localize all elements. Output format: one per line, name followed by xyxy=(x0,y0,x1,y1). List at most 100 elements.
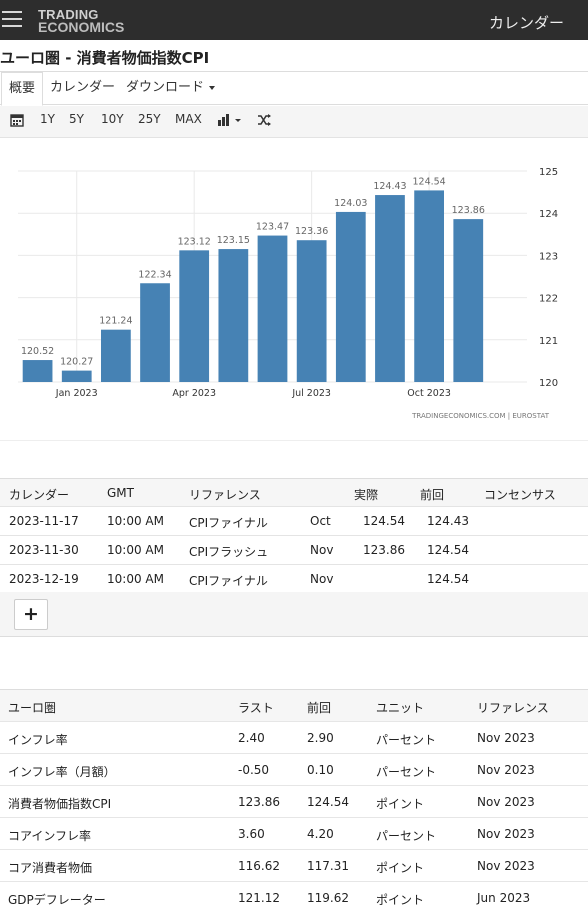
cell-last: 121.12 xyxy=(238,891,280,905)
chart-type-button[interactable] xyxy=(217,113,245,130)
bar xyxy=(414,190,444,382)
cell-date: 2023-11-30 xyxy=(9,543,79,557)
bar xyxy=(375,195,405,382)
bar xyxy=(257,235,288,382)
bar xyxy=(179,250,210,382)
top-bar: TRADING ECONOMICS カレンダー xyxy=(0,0,588,40)
cell-indicator[interactable]: コアインフレ率 xyxy=(8,827,91,844)
bar xyxy=(335,211,366,382)
cell-unit: パーセント xyxy=(376,829,437,843)
cell-indicator[interactable]: 消費者物価指数CPI xyxy=(8,795,111,812)
range-10y-button[interactable]: 10Y xyxy=(101,112,124,126)
table-row[interactable]: コア消費者物価 116.62 117.31 ポイント Nov 2023 xyxy=(0,850,588,882)
y-tick-label: 121 xyxy=(539,336,558,347)
tab-calendar[interactable]: カレンダー xyxy=(50,72,115,105)
tab-overview-label: 概要 xyxy=(9,81,36,96)
cell-previous: 124.54 xyxy=(427,543,469,557)
bar xyxy=(453,219,484,382)
data-label: 123.15 xyxy=(217,235,250,246)
cell-last: 123.86 xyxy=(238,795,280,809)
cell-actual: 124.54 xyxy=(363,514,405,528)
bar xyxy=(218,249,249,382)
col-header-reference: リファレンス xyxy=(477,701,549,715)
cell-previous: 4.20 xyxy=(307,827,334,841)
cell-previous: 124.54 xyxy=(427,572,469,586)
table-row[interactable]: コアインフレ率 3.60 4.20 パーセント Nov 2023 xyxy=(0,818,588,850)
range-5y-button[interactable]: 5Y xyxy=(69,112,84,126)
cell-actual: 123.86 xyxy=(363,543,405,557)
table-row[interactable]: 2023-12-19 10:00 AM CPIファイナル Nov 124.54 xyxy=(0,565,588,594)
y-tick-label: 122 xyxy=(539,294,558,305)
cell-last: 116.62 xyxy=(238,859,280,873)
x-tick-label: Jul 2023 xyxy=(291,388,331,399)
y-tick-label: 120 xyxy=(539,378,558,389)
data-label: 123.86 xyxy=(452,205,485,216)
cell-previous: 119.62 xyxy=(307,891,349,905)
col-header-unit: ユニット xyxy=(376,701,425,715)
menu-icon[interactable] xyxy=(2,11,22,29)
data-label: 123.12 xyxy=(178,236,211,247)
cell-indicator[interactable]: GDPデフレーター xyxy=(8,891,106,908)
col-header-actual: 実際 xyxy=(354,488,379,502)
cell-period: Nov xyxy=(310,543,334,557)
calendar-icon[interactable] xyxy=(10,113,24,130)
nav-calendar-link[interactable]: カレンダー xyxy=(489,12,564,33)
col-header-previous: 前回 xyxy=(420,488,445,502)
add-button[interactable]: + xyxy=(14,599,48,630)
chart-toolbar: 1Y 5Y 10Y 25Y MAX xyxy=(0,106,588,138)
table-row[interactable]: 2023-11-30 10:00 AM CPIフラッシュ Nov 123.86 124.5… xyxy=(0,536,588,565)
chart-source: TRADINGECONOMICS.COM | EUROSTAT xyxy=(411,412,550,420)
cell-reference: Nov 2023 xyxy=(477,731,535,745)
x-tick-label: Jan 2023 xyxy=(55,388,98,399)
col-header-last: ラスト xyxy=(238,701,274,715)
y-tick-label: 125 xyxy=(539,167,558,178)
range-1y-button[interactable]: 1Y xyxy=(40,112,55,126)
data-label: 123.36 xyxy=(295,226,328,237)
bar xyxy=(296,240,327,382)
bar xyxy=(101,329,131,382)
data-label: 124.54 xyxy=(412,176,445,187)
cell-previous: 2.90 xyxy=(307,731,334,745)
table-row[interactable]: インフレ率（月額） -0.50 0.10 パーセント Nov 2023 xyxy=(0,754,588,786)
col-header-calendar: カレンダー xyxy=(9,488,70,502)
data-label: 124.03 xyxy=(334,198,367,209)
y-tick-label: 124 xyxy=(539,209,558,220)
chevron-down-icon xyxy=(209,85,216,90)
logo-line2: ECONOMICS xyxy=(38,19,125,35)
cell-period: Oct xyxy=(310,514,331,528)
cell-unit: ポイント xyxy=(376,893,425,907)
cell-last: 2.40 xyxy=(238,731,265,745)
tab-download[interactable]: ダウンロード xyxy=(126,72,216,105)
calendar-table: カレンダー GMT リファレンス 実際 前回 コンセンサス 2023-11-17… xyxy=(0,478,588,594)
x-tick-label: Oct 2023 xyxy=(407,388,451,399)
cell-date: 2023-12-19 xyxy=(9,572,79,586)
bar xyxy=(22,360,53,382)
cell-indicator[interactable]: インフレ率 xyxy=(8,731,68,748)
table-row[interactable]: GDPデフレーター 121.12 119.62 ポイント Jun 2023 xyxy=(0,882,588,912)
cell-reference: Jun 2023 xyxy=(477,891,531,905)
cell-reference: Nov 2023 xyxy=(477,827,535,841)
range-25y-button[interactable]: 25Y xyxy=(138,112,161,126)
cell-indicator[interactable]: コア消費者物価 xyxy=(8,859,92,876)
cell-previous: 124.54 xyxy=(307,795,349,809)
cell-previous: 0.10 xyxy=(307,763,334,777)
table-header-row: ユーロ圏 ラスト 前回 ユニット リファレンス xyxy=(0,690,588,722)
table-row[interactable]: 2023-11-17 10:00 AM CPIファイナル Oct 124.54 124.4… xyxy=(0,507,588,536)
logo[interactable]: TRADING ECONOMICS xyxy=(38,8,125,35)
data-label: 124.43 xyxy=(373,181,406,192)
y-tick-label: 123 xyxy=(539,251,558,262)
x-tick-label: Apr 2023 xyxy=(172,388,216,399)
table-row[interactable]: 消費者物価指数CPI 123.86 124.54 ポイント Nov 2023 xyxy=(0,786,588,818)
cell-previous: 124.43 xyxy=(427,514,469,528)
tab-overview[interactable]: 概要 xyxy=(1,72,44,106)
data-label: 122.34 xyxy=(138,269,171,280)
shuffle-icon[interactable] xyxy=(257,113,272,130)
chart-area: 120 121 122 123 124 125 120.52 120.27 121.24 122.… xyxy=(0,139,588,441)
cell-unit: パーセント xyxy=(376,765,437,779)
cell-reference: Nov 2023 xyxy=(477,795,535,809)
range-max-button[interactable]: MAX xyxy=(175,112,202,126)
cell-last: 3.60 xyxy=(238,827,265,841)
cell-last: -0.50 xyxy=(238,763,270,777)
cell-indicator[interactable]: インフレ率（月額） xyxy=(8,763,116,780)
table-row[interactable]: インフレ率 2.40 2.90 パーセント Nov 2023 xyxy=(0,722,588,754)
